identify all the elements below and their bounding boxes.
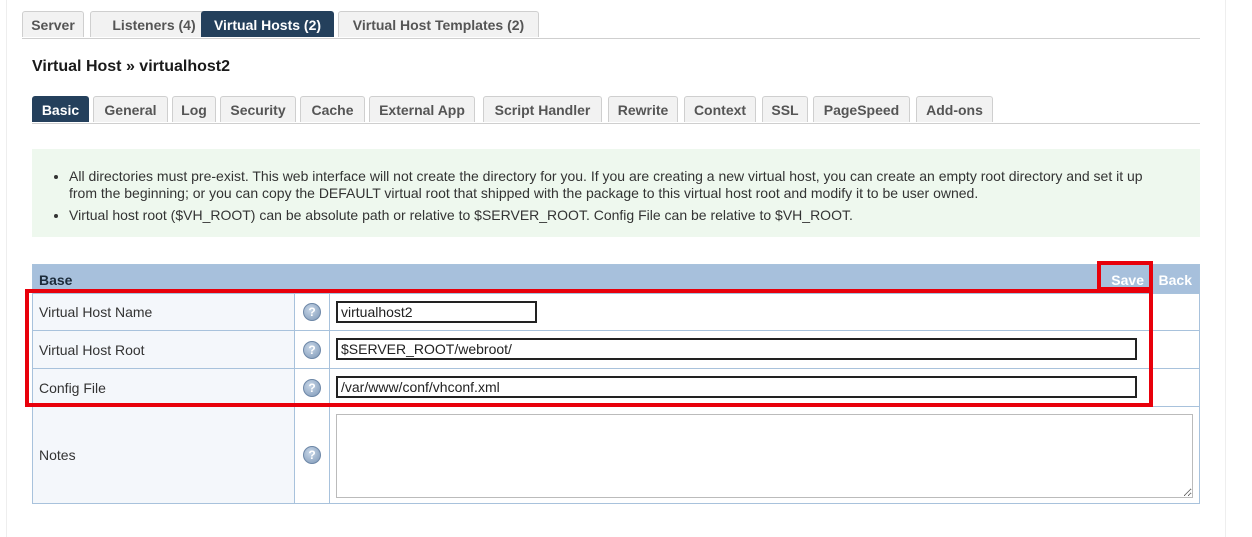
info-box: All directories must pre-exist. This web… — [32, 149, 1200, 237]
value-cell — [330, 407, 1199, 503]
tab-listeners[interactable]: Listeners (4) — [90, 11, 218, 37]
table-row: Virtual Host Root ? — [33, 330, 1199, 368]
tab-log[interactable]: Log — [172, 96, 216, 122]
back-button[interactable]: Back — [1159, 272, 1192, 288]
table-row: Notes ? — [33, 406, 1199, 503]
page-title: Virtual Host » virtualhost2 — [32, 58, 230, 76]
help-cell: ? — [295, 369, 330, 406]
tab-external-app[interactable]: External App — [369, 96, 475, 122]
tab-rewrite[interactable]: Rewrite — [608, 96, 678, 122]
field-label: Virtual Host Root — [33, 331, 295, 368]
tab-virtual-host-templates[interactable]: Virtual Host Templates (2) — [338, 11, 539, 37]
help-cell: ? — [295, 331, 330, 368]
page-title-name: virtualhost2 — [139, 58, 230, 75]
tab-ssl[interactable]: SSL — [762, 96, 808, 122]
value-cell — [330, 294, 1199, 330]
help-icon[interactable]: ? — [303, 378, 321, 397]
help-icon[interactable]: ? — [303, 446, 321, 464]
help-icon[interactable]: ? — [303, 303, 321, 321]
tab-virtual-hosts[interactable]: Virtual Hosts (2) — [201, 11, 334, 37]
notes-textarea[interactable] — [336, 414, 1193, 498]
info-item: All directories must pre-exist. This web… — [69, 168, 1170, 202]
table-header: Base Save Back — [33, 265, 1199, 293]
tab-cache[interactable]: Cache — [300, 96, 365, 122]
tab-add-ons[interactable]: Add-ons — [916, 96, 993, 122]
table-title: Base — [39, 272, 73, 288]
tab-basic[interactable]: Basic — [32, 96, 89, 122]
table-row: Config File ? — [33, 368, 1199, 406]
value-cell — [330, 331, 1199, 368]
info-item: Virtual host root ($VH_ROOT) can be abso… — [69, 207, 1170, 224]
field-label: Config File — [33, 369, 295, 406]
tab-script-handler[interactable]: Script Handler — [483, 96, 602, 122]
sub-tab-bar: Basic General Log Security Cache Externa… — [32, 96, 1200, 124]
tab-security[interactable]: Security — [220, 96, 296, 122]
config-file-input[interactable] — [336, 376, 1137, 398]
page-title-prefix: Virtual Host » — [32, 58, 140, 75]
table-row: Virtual Host Name ? — [33, 293, 1199, 330]
save-button[interactable]: Save — [1111, 272, 1144, 288]
base-settings-table: Base Save Back Virtual Host Name ? Virtu… — [32, 264, 1200, 504]
virtual-host-name-input[interactable] — [336, 301, 537, 323]
virtual-host-root-input[interactable] — [336, 338, 1137, 360]
tab-general[interactable]: General — [93, 96, 168, 122]
field-label: Notes — [33, 407, 295, 503]
help-cell: ? — [295, 407, 330, 503]
top-tab-bar: Server Listeners (4) Virtual Hosts (2) V… — [22, 11, 1200, 39]
tab-context[interactable]: Context — [684, 96, 756, 122]
value-cell — [330, 369, 1199, 406]
field-label: Virtual Host Name — [33, 294, 295, 330]
tab-pagespeed[interactable]: PageSpeed — [813, 96, 910, 122]
help-cell: ? — [295, 294, 330, 330]
tab-server[interactable]: Server — [22, 11, 84, 37]
help-icon[interactable]: ? — [303, 340, 321, 359]
